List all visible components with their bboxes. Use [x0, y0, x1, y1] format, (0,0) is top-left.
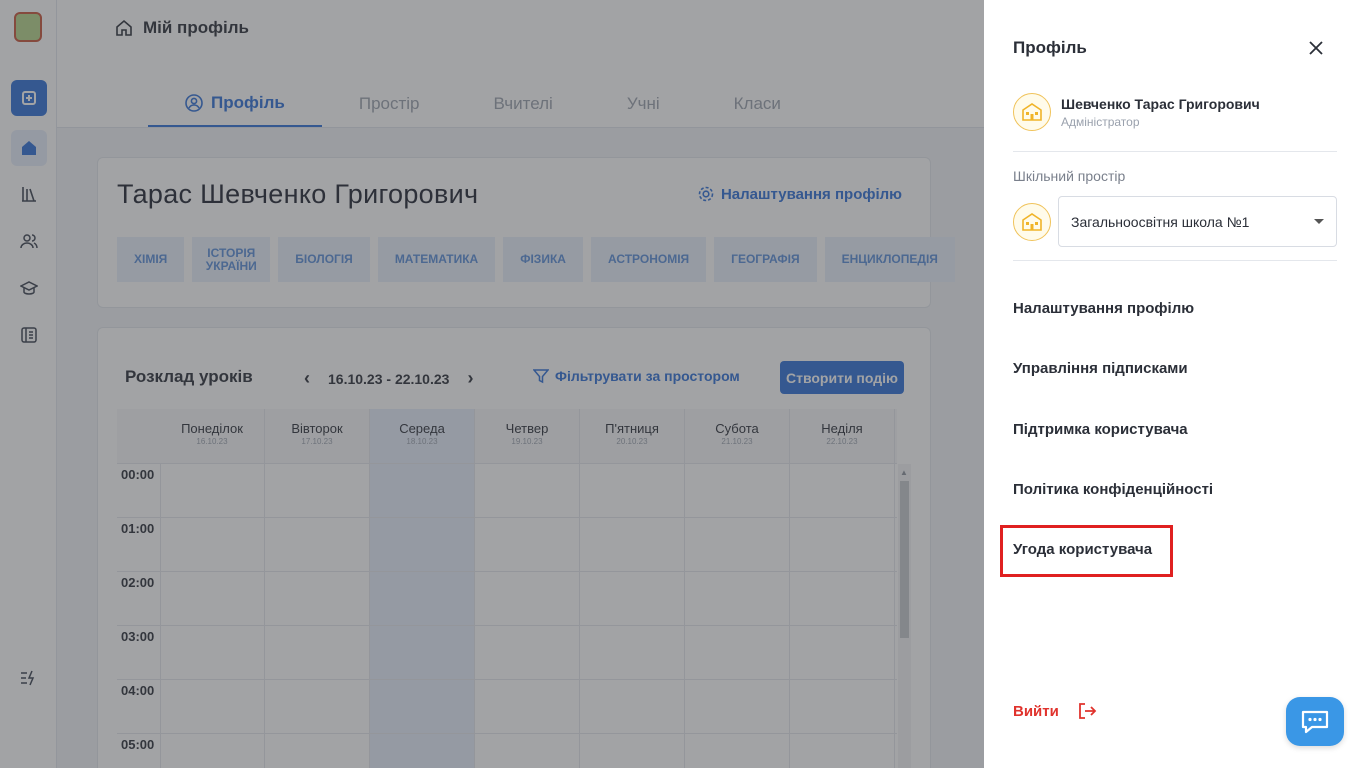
logout-icon [1078, 703, 1097, 719]
avatar [1013, 93, 1051, 131]
user-role: Адміністратор [1061, 114, 1140, 129]
school-icon [1022, 212, 1042, 231]
menu-profile-settings[interactable]: Налаштування профілю [1013, 300, 1194, 317]
space-selector-row: Загальноосвітня школа №1 [1013, 196, 1337, 247]
user-info: Шевченко Тарас Григорович Адміністратор [1013, 93, 1260, 131]
space-select-value: Загальноосвітня школа №1 [1071, 213, 1250, 230]
divider [1013, 260, 1337, 261]
close-icon [1309, 41, 1323, 55]
divider [1013, 151, 1337, 152]
school-icon [1022, 103, 1042, 121]
chevron-down-icon [1314, 219, 1324, 224]
modal-overlay[interactable] [0, 0, 984, 768]
highlight-box [1000, 525, 1173, 577]
chat-button[interactable] [1286, 697, 1344, 746]
logout-button[interactable]: Вийти [1013, 702, 1097, 720]
space-select[interactable]: Загальноосвітня школа №1 [1058, 196, 1337, 247]
user-name: Шевченко Тарас Григорович [1061, 95, 1260, 112]
space-label: Шкільний простір [1013, 168, 1126, 184]
menu-privacy-policy[interactable]: Політика конфіденційності [1013, 481, 1213, 498]
menu-subscriptions[interactable]: Управління підписками [1013, 360, 1188, 377]
school-avatar [1013, 202, 1051, 241]
menu-user-support[interactable]: Підтримка користувача [1013, 421, 1188, 438]
chat-icon [1301, 710, 1329, 733]
close-button[interactable] [1306, 38, 1326, 58]
profile-drawer: Профіль Шевченко Тарас Григорович Адміні… [984, 0, 1366, 768]
drawer-title: Профіль [1013, 38, 1087, 57]
logout-label: Вийти [1013, 702, 1059, 720]
